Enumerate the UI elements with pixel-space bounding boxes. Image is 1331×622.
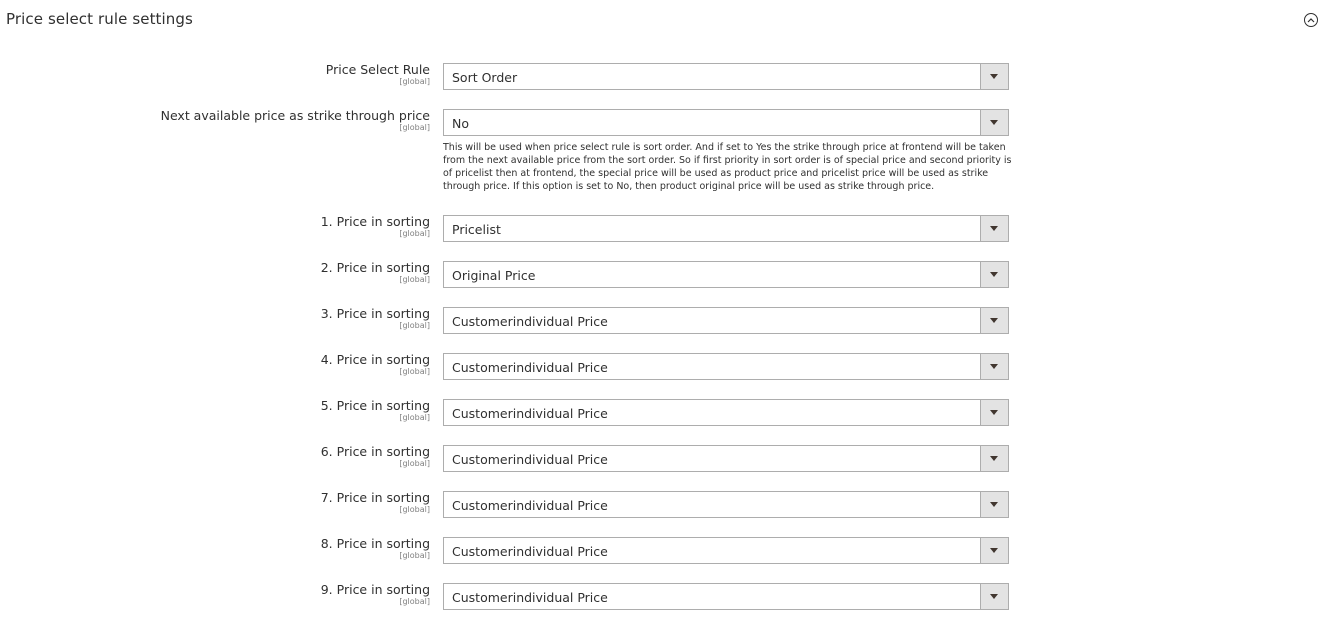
select-value: Customerindividual Price <box>452 498 608 513</box>
select-value: Customerindividual Price <box>452 544 608 559</box>
chevron-up-circle-icon[interactable] <box>1304 13 1318 27</box>
field-label: 6. Price in sorting <box>320 444 430 459</box>
dropdown-arrow-icon[interactable] <box>980 400 1008 425</box>
select-value: No <box>452 116 469 131</box>
field-label: 9. Price in sorting <box>320 582 430 597</box>
select-value: Customerindividual Price <box>452 360 608 375</box>
dropdown-arrow-icon[interactable] <box>980 216 1008 241</box>
price-sorting-9-select[interactable]: Customerindividual Price <box>443 583 1009 610</box>
scope-label: [global] <box>399 413 430 422</box>
field-label: 5. Price in sorting <box>320 398 430 413</box>
select-value: Sort Order <box>452 70 518 85</box>
scope-label: [global] <box>399 123 430 132</box>
scope-label: [global] <box>399 275 430 284</box>
price-sorting-2-select[interactable]: Original Price <box>443 261 1009 288</box>
field-note: This will be used when price select rule… <box>443 142 1012 192</box>
field-label: 3. Price in sorting <box>320 306 430 321</box>
dropdown-arrow-icon[interactable] <box>980 262 1008 287</box>
scope-label: [global] <box>399 597 430 606</box>
select-value: Customerindividual Price <box>452 314 608 329</box>
price-sorting-7-select[interactable]: Customerindividual Price <box>443 491 1009 518</box>
price-sorting-6-select[interactable]: Customerindividual Price <box>443 445 1009 472</box>
dropdown-arrow-icon[interactable] <box>980 354 1008 379</box>
select-value: Original Price <box>452 268 536 283</box>
dropdown-arrow-icon[interactable] <box>980 492 1008 517</box>
dropdown-arrow-icon[interactable] <box>980 446 1008 471</box>
select-value: Customerindividual Price <box>452 590 608 605</box>
price-sorting-4-select[interactable]: Customerindividual Price <box>443 353 1009 380</box>
scope-label: [global] <box>399 229 430 238</box>
section-title: Price select rule settings <box>6 10 193 28</box>
scope-label: [global] <box>399 551 430 560</box>
dropdown-arrow-icon[interactable] <box>980 110 1008 135</box>
price-sorting-8-select[interactable]: Customerindividual Price <box>443 537 1009 564</box>
dropdown-arrow-icon[interactable] <box>980 538 1008 563</box>
dropdown-arrow-icon[interactable] <box>980 64 1008 89</box>
dropdown-arrow-icon[interactable] <box>980 308 1008 333</box>
scope-label: [global] <box>399 321 430 330</box>
select-value: Customerindividual Price <box>452 452 608 467</box>
scope-label: [global] <box>399 505 430 514</box>
select-value: Customerindividual Price <box>452 406 608 421</box>
field-label: 8. Price in sorting <box>320 536 430 551</box>
field-label: 2. Price in sorting <box>320 260 430 275</box>
strike-through-price-select[interactable]: No <box>443 109 1009 136</box>
select-value: Pricelist <box>452 222 501 237</box>
scope-label: [global] <box>399 77 430 86</box>
price-sorting-3-select[interactable]: Customerindividual Price <box>443 307 1009 334</box>
field-label: 1. Price in sorting <box>320 214 430 229</box>
field-label: 4. Price in sorting <box>320 352 430 367</box>
field-label: 7. Price in sorting <box>320 490 430 505</box>
section-header[interactable]: Price select rule settings <box>0 0 1331 40</box>
scope-label: [global] <box>399 459 430 468</box>
field-label: Next available price as strike through p… <box>160 108 430 123</box>
price-select-rule-select[interactable]: Sort Order <box>443 63 1009 90</box>
price-sorting-5-select[interactable]: Customerindividual Price <box>443 399 1009 426</box>
price-sorting-1-select[interactable]: Pricelist <box>443 215 1009 242</box>
dropdown-arrow-icon[interactable] <box>980 584 1008 609</box>
scope-label: [global] <box>399 367 430 376</box>
field-label: Price Select Rule <box>325 62 430 77</box>
